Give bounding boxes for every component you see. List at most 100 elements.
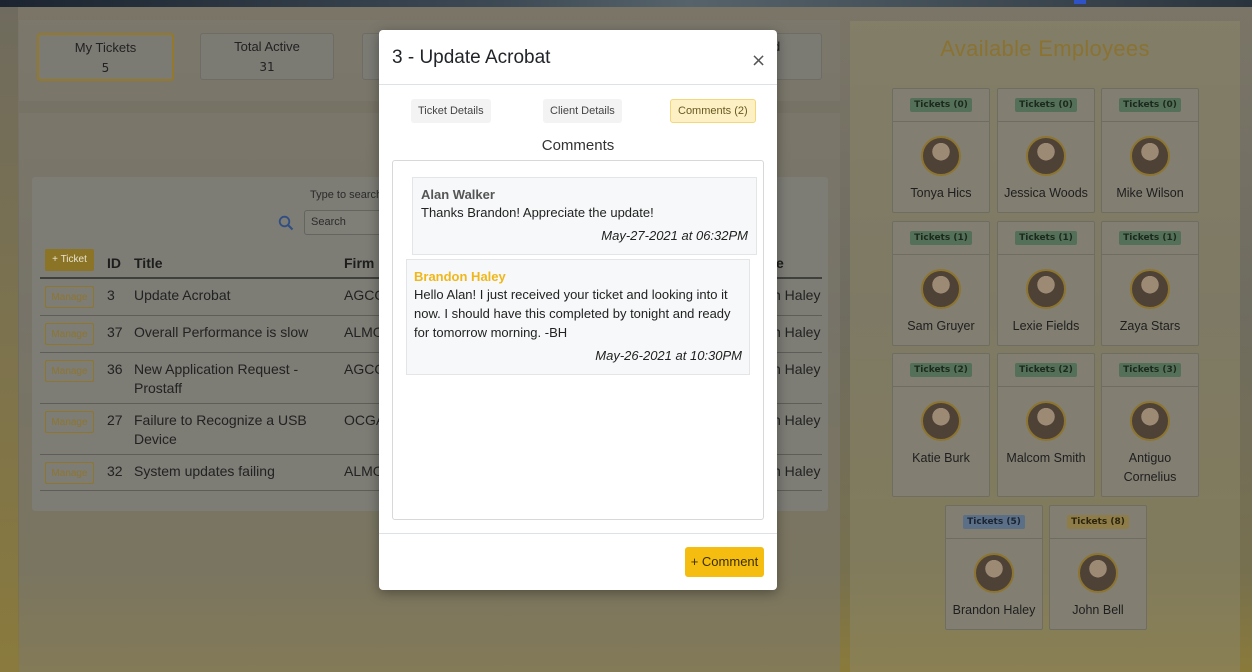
row-title: Failure to Recognize a USB Device <box>134 412 307 447</box>
comment-item: Alan Walker Thanks Brandon! Appreciate t… <box>412 177 757 255</box>
employee-name: Sam Gruyer <box>907 319 975 333</box>
employee-name: Lexie Fields <box>1012 319 1080 333</box>
employee-avatar <box>921 401 961 441</box>
ticket-count-badge: Tickets (8) <box>1067 515 1129 529</box>
comment-item: Brandon Haley Hello Alan! I just receive… <box>406 259 750 375</box>
employee-card[interactable]: Tickets (2) Malcom Smith <box>997 353 1095 497</box>
search-hint: Type to search <box>310 189 383 201</box>
comment-date: May-26-2021 at 10:30PM <box>595 348 742 363</box>
tab-ticket-details[interactable]: Ticket Details <box>411 99 491 123</box>
modal-footer-divider <box>379 533 777 534</box>
row-id: 27 <box>107 412 123 428</box>
employee-avatar <box>1130 401 1170 441</box>
employee-card-header: Tickets (3) <box>1102 354 1198 387</box>
employee-name: Jessica Woods <box>1004 186 1088 200</box>
employee-card-header: Tickets (1) <box>893 222 989 255</box>
comment-author: Brandon Haley <box>414 269 506 284</box>
employee-card[interactable]: Tickets (1) Zaya Stars <box>1101 221 1199 346</box>
stat-label: d <box>773 39 821 54</box>
employee-name: Antiguo Cornelius <box>1123 451 1177 484</box>
column-header-title: Title <box>134 255 163 271</box>
comment-date: May-27-2021 at 06:32PM <box>601 228 748 243</box>
column-header-assigned: e <box>776 255 784 271</box>
stat-label: Total Active <box>234 39 300 54</box>
row-assigned: n Haley <box>773 463 821 479</box>
comments-heading: Comments <box>541 137 615 154</box>
row-id: 32 <box>107 463 123 479</box>
row-id: 36 <box>107 361 123 377</box>
employee-card-header: Tickets (0) <box>1102 89 1198 122</box>
row-assigned: n Haley <box>773 287 821 303</box>
comment-text: Hello Alan! I just received your ticket … <box>414 287 731 340</box>
employee-card[interactable]: Tickets (0) Jessica Woods <box>997 88 1095 213</box>
ticket-count-badge: Tickets (0) <box>1119 98 1181 112</box>
row-title: Update Acrobat <box>134 287 231 303</box>
employee-avatar <box>1026 269 1066 309</box>
employee-card[interactable]: Tickets (5) Brandon Haley <box>945 505 1043 630</box>
ticket-count-badge: Tickets (0) <box>1015 98 1077 112</box>
manage-button[interactable]: Manage <box>45 462 94 484</box>
employee-card-header: Tickets (5) <box>946 506 1042 539</box>
employee-card-header: Tickets (1) <box>998 222 1094 255</box>
close-icon[interactable]: × <box>751 50 766 71</box>
top-banner <box>0 0 1252 7</box>
stat-my-tickets[interactable]: My Tickets 5 <box>37 33 174 81</box>
add-comment-button[interactable]: + Comment <box>685 547 764 577</box>
ticket-modal: 3 - Update Acrobat × Ticket Details Clie… <box>379 30 777 590</box>
stat-label: My Tickets <box>74 40 137 55</box>
row-id: 3 <box>107 287 115 303</box>
employee-name: Malcom Smith <box>1006 451 1086 465</box>
manage-button[interactable]: Manage <box>45 286 94 308</box>
modal-header-divider <box>379 84 777 85</box>
row-title: Overall Performance is slow <box>134 324 309 340</box>
modal-title: 3 - Update Acrobat <box>392 47 551 68</box>
employee-card-header: Tickets (2) <box>893 354 989 387</box>
tab-comments[interactable]: Comments (2) <box>670 99 756 123</box>
employee-card[interactable]: Tickets (2) Katie Burk <box>892 353 990 497</box>
employee-name: Katie Burk <box>912 451 970 465</box>
employee-card[interactable]: Tickets (1) Lexie Fields <box>997 221 1095 346</box>
row-title: New Application Request - Prostaff <box>134 361 299 396</box>
banner-accent <box>1074 0 1086 4</box>
ticket-count-badge: Tickets (1) <box>910 231 972 245</box>
ticket-count-badge: Tickets (1) <box>1119 231 1181 245</box>
employee-avatar <box>1130 269 1170 309</box>
employee-card[interactable]: Tickets (0) Tonya Hics <box>892 88 990 213</box>
employee-card-header: Tickets (0) <box>893 89 989 122</box>
employee-card[interactable]: Tickets (3) Antiguo Cornelius <box>1101 353 1199 497</box>
employee-avatar <box>921 269 961 309</box>
tab-client-details[interactable]: Client Details <box>543 99 622 123</box>
employee-avatar <box>1130 136 1170 176</box>
employee-card[interactable]: Tickets (8) John Bell <box>1049 505 1147 630</box>
row-firm: ALMO <box>344 463 384 479</box>
manage-button[interactable]: Manage <box>45 360 94 382</box>
ticket-count-badge: Tickets (0) <box>910 98 972 112</box>
manage-button[interactable]: Manage <box>45 411 94 433</box>
column-header-id: ID <box>107 255 121 271</box>
employee-card[interactable]: Tickets (0) Mike Wilson <box>1101 88 1199 213</box>
employee-card[interactable]: Tickets (1) Sam Gruyer <box>892 221 990 346</box>
employee-name: Brandon Haley <box>952 603 1036 617</box>
row-assigned: n Haley <box>773 361 821 377</box>
row-assigned: n Haley <box>773 412 821 428</box>
stat-total-active[interactable]: Total Active 31 <box>200 33 334 80</box>
employee-card-header: Tickets (1) <box>1102 222 1198 255</box>
ticket-count-badge: Tickets (2) <box>1015 363 1077 377</box>
employee-avatar <box>1078 553 1118 593</box>
stat-card-partial-right[interactable]: d <box>772 33 822 80</box>
employee-avatar <box>1026 136 1066 176</box>
employee-card-header: Tickets (8) <box>1050 506 1146 539</box>
row-id: 37 <box>107 324 123 340</box>
employee-name: Zaya Stars <box>1119 319 1181 333</box>
employee-card-header: Tickets (0) <box>998 89 1094 122</box>
employee-name: Mike Wilson <box>1116 186 1184 200</box>
comment-author: Alan Walker <box>421 187 495 202</box>
employee-name: John Bell <box>1072 603 1124 617</box>
search-input[interactable]: Search <box>304 210 384 235</box>
employee-avatar <box>1026 401 1066 441</box>
employee-avatar <box>921 136 961 176</box>
employee-card-header: Tickets (2) <box>998 354 1094 387</box>
comment-text: Thanks Brandon! Appreciate the update! <box>421 205 654 220</box>
manage-button[interactable]: Manage <box>45 323 94 345</box>
add-ticket-button[interactable]: + Ticket <box>45 249 94 271</box>
